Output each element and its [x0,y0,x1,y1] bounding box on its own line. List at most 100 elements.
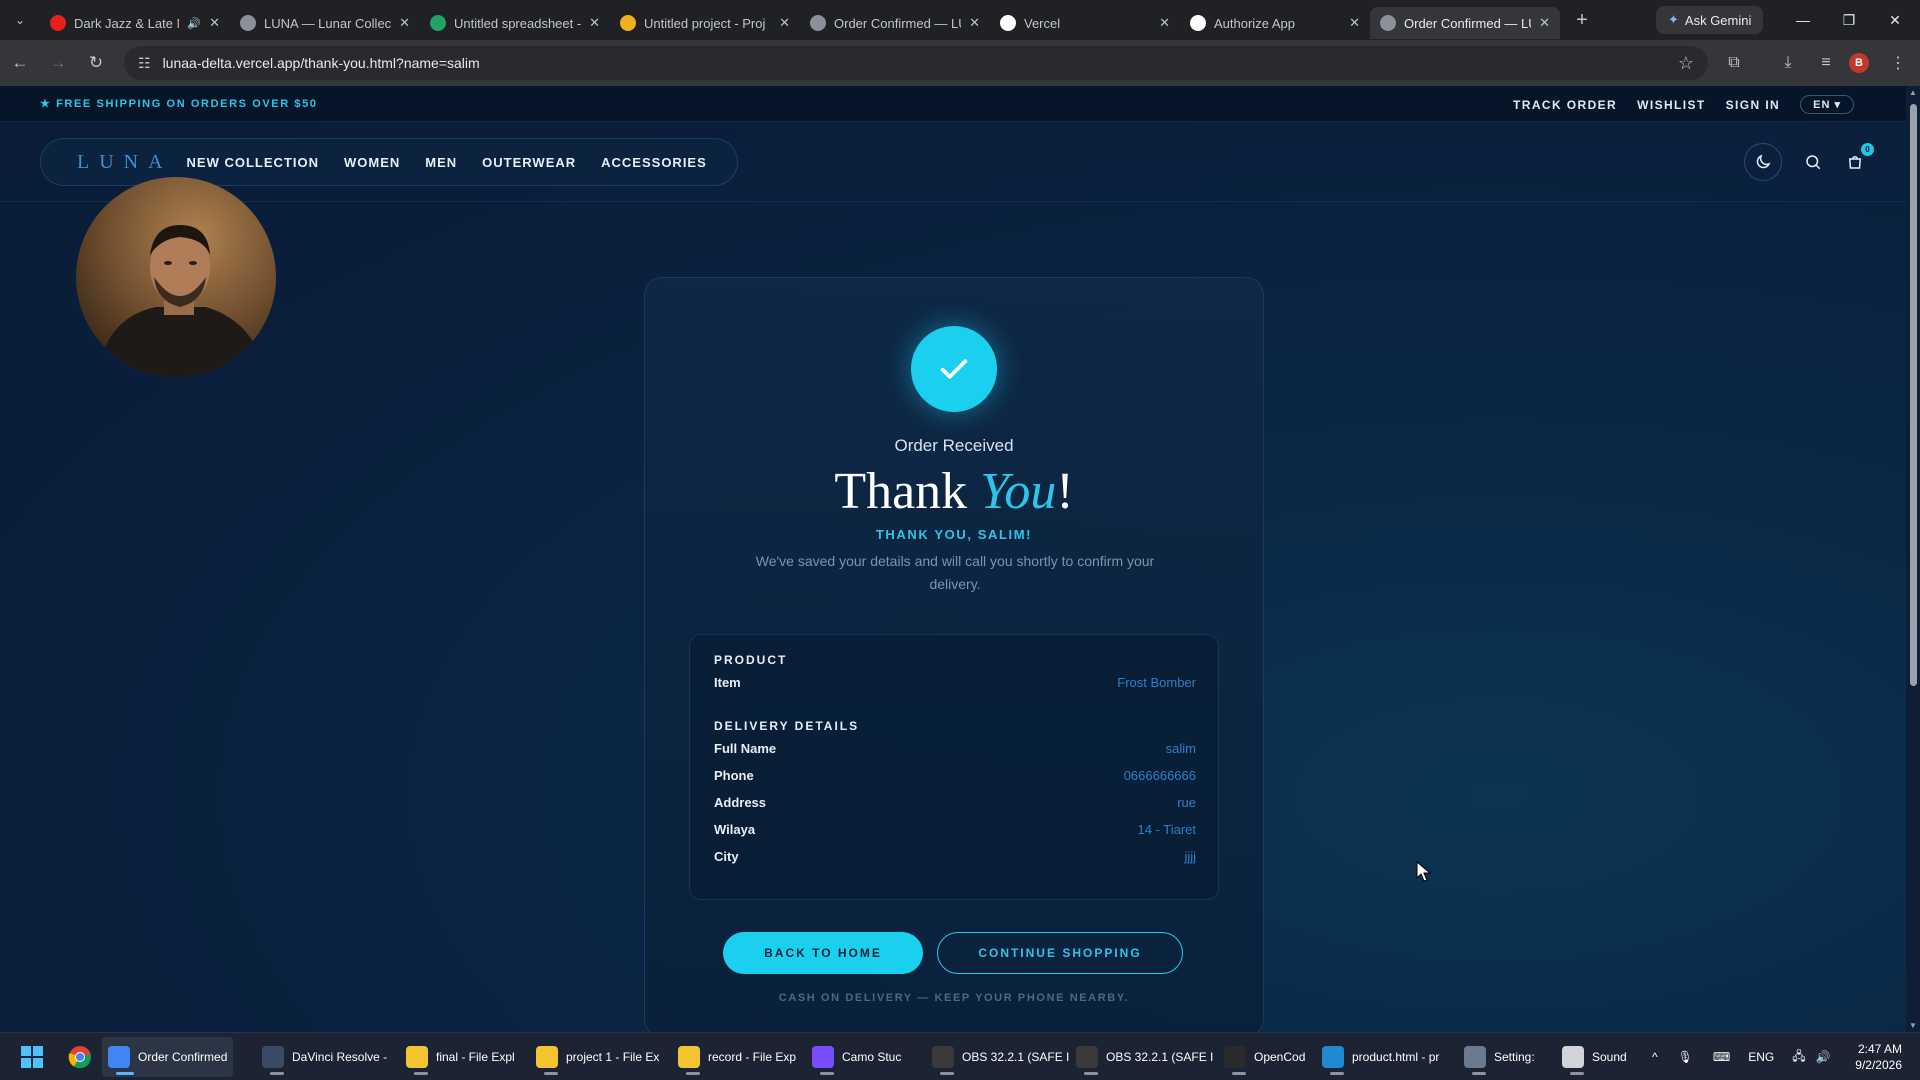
url-text[interactable]: lunaa-delta.vercel.app/thank-you.html?na… [163,55,480,71]
back-to-home-button[interactable]: BACK TO HOME [723,932,923,974]
start-button[interactable] [14,1037,50,1077]
title-accent: You [980,463,1057,520]
search-button[interactable] [1794,143,1832,181]
downloads-icon[interactable]: ⤓ [1770,45,1806,81]
webcam-feed-image [76,177,276,377]
taskbar-app-button[interactable]: Sound [1556,1037,1633,1077]
vscode-icon [1322,1046,1344,1068]
confirmation-message: We've saved your details and will call y… [755,553,1155,592]
nav-accessories[interactable]: ACCESSORIES [601,155,707,170]
browser-tab[interactable]: Vercel ✕ [990,7,1180,39]
taskbar-app-button[interactable]: OBS 32.2.1 (SAFE I [1070,1037,1219,1077]
scroll-up-arrow-icon[interactable]: ▲ [1909,88,1917,97]
tab-title: Vercel [1024,15,1061,31]
minimize-button[interactable]: — [1780,0,1826,40]
taskbar-app-label: OBS 32.2.1 (SAFE I [1106,1050,1214,1064]
close-tab-icon[interactable]: ✕ [399,15,410,31]
tab-audio-icon[interactable]: 🔊 [187,17,201,30]
close-tab-icon[interactable]: ✕ [779,15,790,31]
extensions-icon[interactable]: ⧉ [1716,45,1752,81]
input-language[interactable]: ENG [1748,1050,1774,1064]
tab-search-button[interactable]: ⌄ [0,0,40,40]
row-label: City [714,849,739,864]
page-scrollbar[interactable]: ▲ ▼ [1906,86,1920,1032]
running-indicator [1570,1072,1584,1075]
windows-logo-icon [21,1046,43,1068]
tab-title: Dark Jazz & Late Ni [74,15,180,31]
chrome-icon [108,1046,130,1068]
running-indicator [1472,1072,1486,1075]
running-indicator [1330,1072,1344,1075]
taskbar-app-button[interactable]: final - File Expl [400,1037,521,1077]
folder-icon [678,1046,700,1068]
taskbar-app-button[interactable]: project 1 - File Ex [530,1037,665,1077]
site-logo[interactable]: LUNA [77,151,173,174]
wishlist-link[interactable]: WISHLIST [1637,98,1706,112]
taskbar-app-label: product.html - pr [1352,1050,1440,1064]
browser-tab-strip: ⌄ Dark Jazz & Late Ni 🔊 ✕ LUNA — Lunar Coll… [0,0,1920,40]
volume-icon[interactable]: 🔊 [1816,1050,1831,1064]
browser-tab[interactable]: Authorize App ✕ [1180,7,1370,39]
browser-tab[interactable]: Untitled spreadsheet - ✕ [420,7,610,39]
language-selector[interactable]: EN ▾ [1800,95,1854,114]
bookmark-star-icon[interactable]: ☆ [1678,53,1694,74]
system-clock[interactable]: 2:47 AM 9/2/2026 [1855,1041,1902,1073]
taskbar-app-button[interactable]: OBS 32.2.1 (SAFE I [926,1037,1075,1077]
scrollbar-thumb[interactable] [1910,104,1917,686]
browser-menu-icon[interactable]: ⋮ [1880,45,1916,81]
site-info-icon[interactable]: ☷ [138,55,151,72]
shipping-banner: ★ FREE SHIPPING ON ORDERS OVER $50 [40,98,318,110]
taskbar-app-button[interactable]: Setting: [1458,1037,1541,1077]
taskbar-app-button[interactable]: product.html - pr [1316,1037,1445,1077]
ask-gemini-button[interactable]: ✦ Ask Gemini [1656,6,1764,34]
close-tab-icon[interactable]: ✕ [589,15,600,31]
nav-men[interactable]: MEN [425,155,457,170]
network-icon[interactable]: 🖧 [1792,1047,1805,1068]
back-button[interactable]: ← [2,45,38,81]
new-tab-button[interactable]: + [1564,2,1600,38]
continue-shopping-button[interactable]: CONTINUE SHOPPING [937,932,1183,974]
reload-button[interactable]: ↻ [78,45,114,81]
cart-button[interactable]: 0 [1836,143,1874,181]
chrome-pinned-button[interactable] [62,1037,98,1077]
restore-button[interactable]: ❐ [1826,0,1872,40]
browser-tab[interactable]: Untitled project - Proj ✕ [610,7,800,39]
running-indicator [414,1072,428,1075]
tab-title: Authorize App [1214,15,1295,31]
track-order-link[interactable]: TRACK ORDER [1513,98,1617,112]
media-control-icon[interactable]: ≡ [1808,45,1844,81]
close-window-button[interactable]: ✕ [1872,0,1918,40]
nav-outerwear[interactable]: OUTERWEAR [482,155,576,170]
profile-avatar[interactable]: B [1849,53,1869,73]
keyboard-icon[interactable]: ⌨ [1713,1050,1730,1064]
address-bar[interactable]: ☷ lunaa-delta.vercel.app/thank-you.html?… [124,46,1708,80]
row-label: Full Name [714,741,777,756]
theme-toggle-button[interactable] [1744,143,1782,181]
close-tab-icon[interactable]: ✕ [209,15,220,31]
forward-button[interactable]: → [40,45,76,81]
microphone-icon[interactable]: 🎙 [1678,1050,1693,1064]
nav-new-collection[interactable]: NEW COLLECTION [187,155,319,170]
nav-women[interactable]: WOMEN [344,155,400,170]
customer-greeting: THANK YOU, SALIM! [875,527,1033,542]
row-label: Phone [714,768,754,783]
taskbar-app-button[interactable]: record - File Exp [672,1037,802,1077]
scroll-down-arrow-icon[interactable]: ▼ [1909,1021,1917,1030]
close-tab-icon[interactable]: ✕ [1539,15,1550,31]
close-tab-icon[interactable]: ✕ [1159,15,1170,31]
browser-tab[interactable]: Order Confirmed — LU ✕ [1370,7,1560,39]
taskbar-app-button[interactable]: Camo Stuc [806,1037,907,1077]
taskbar-app-button[interactable]: Order Confirmed [102,1037,234,1077]
browser-tab[interactable]: Order Confirmed — LU ✕ [800,7,990,39]
tray-overflow-icon[interactable]: ^ [1652,1050,1658,1064]
close-tab-icon[interactable]: ✕ [969,15,980,31]
taskbar-app-button[interactable]: OpenCod [1218,1037,1311,1077]
browser-tab[interactable]: Dark Jazz & Late Ni 🔊 ✕ [40,7,230,39]
sign-in-link[interactable]: SIGN IN [1726,98,1780,112]
browser-tab[interactable]: LUNA — Lunar Collect ✕ [230,7,420,39]
row-value: 14 - Tiaret [1137,822,1196,837]
running-indicator [940,1072,954,1075]
close-tab-icon[interactable]: ✕ [1349,15,1360,31]
summary-row-wilaya: Wilaya 14 - Tiaret [714,822,1196,837]
taskbar-app-button[interactable]: DaVinci Resolve - [256,1037,393,1077]
